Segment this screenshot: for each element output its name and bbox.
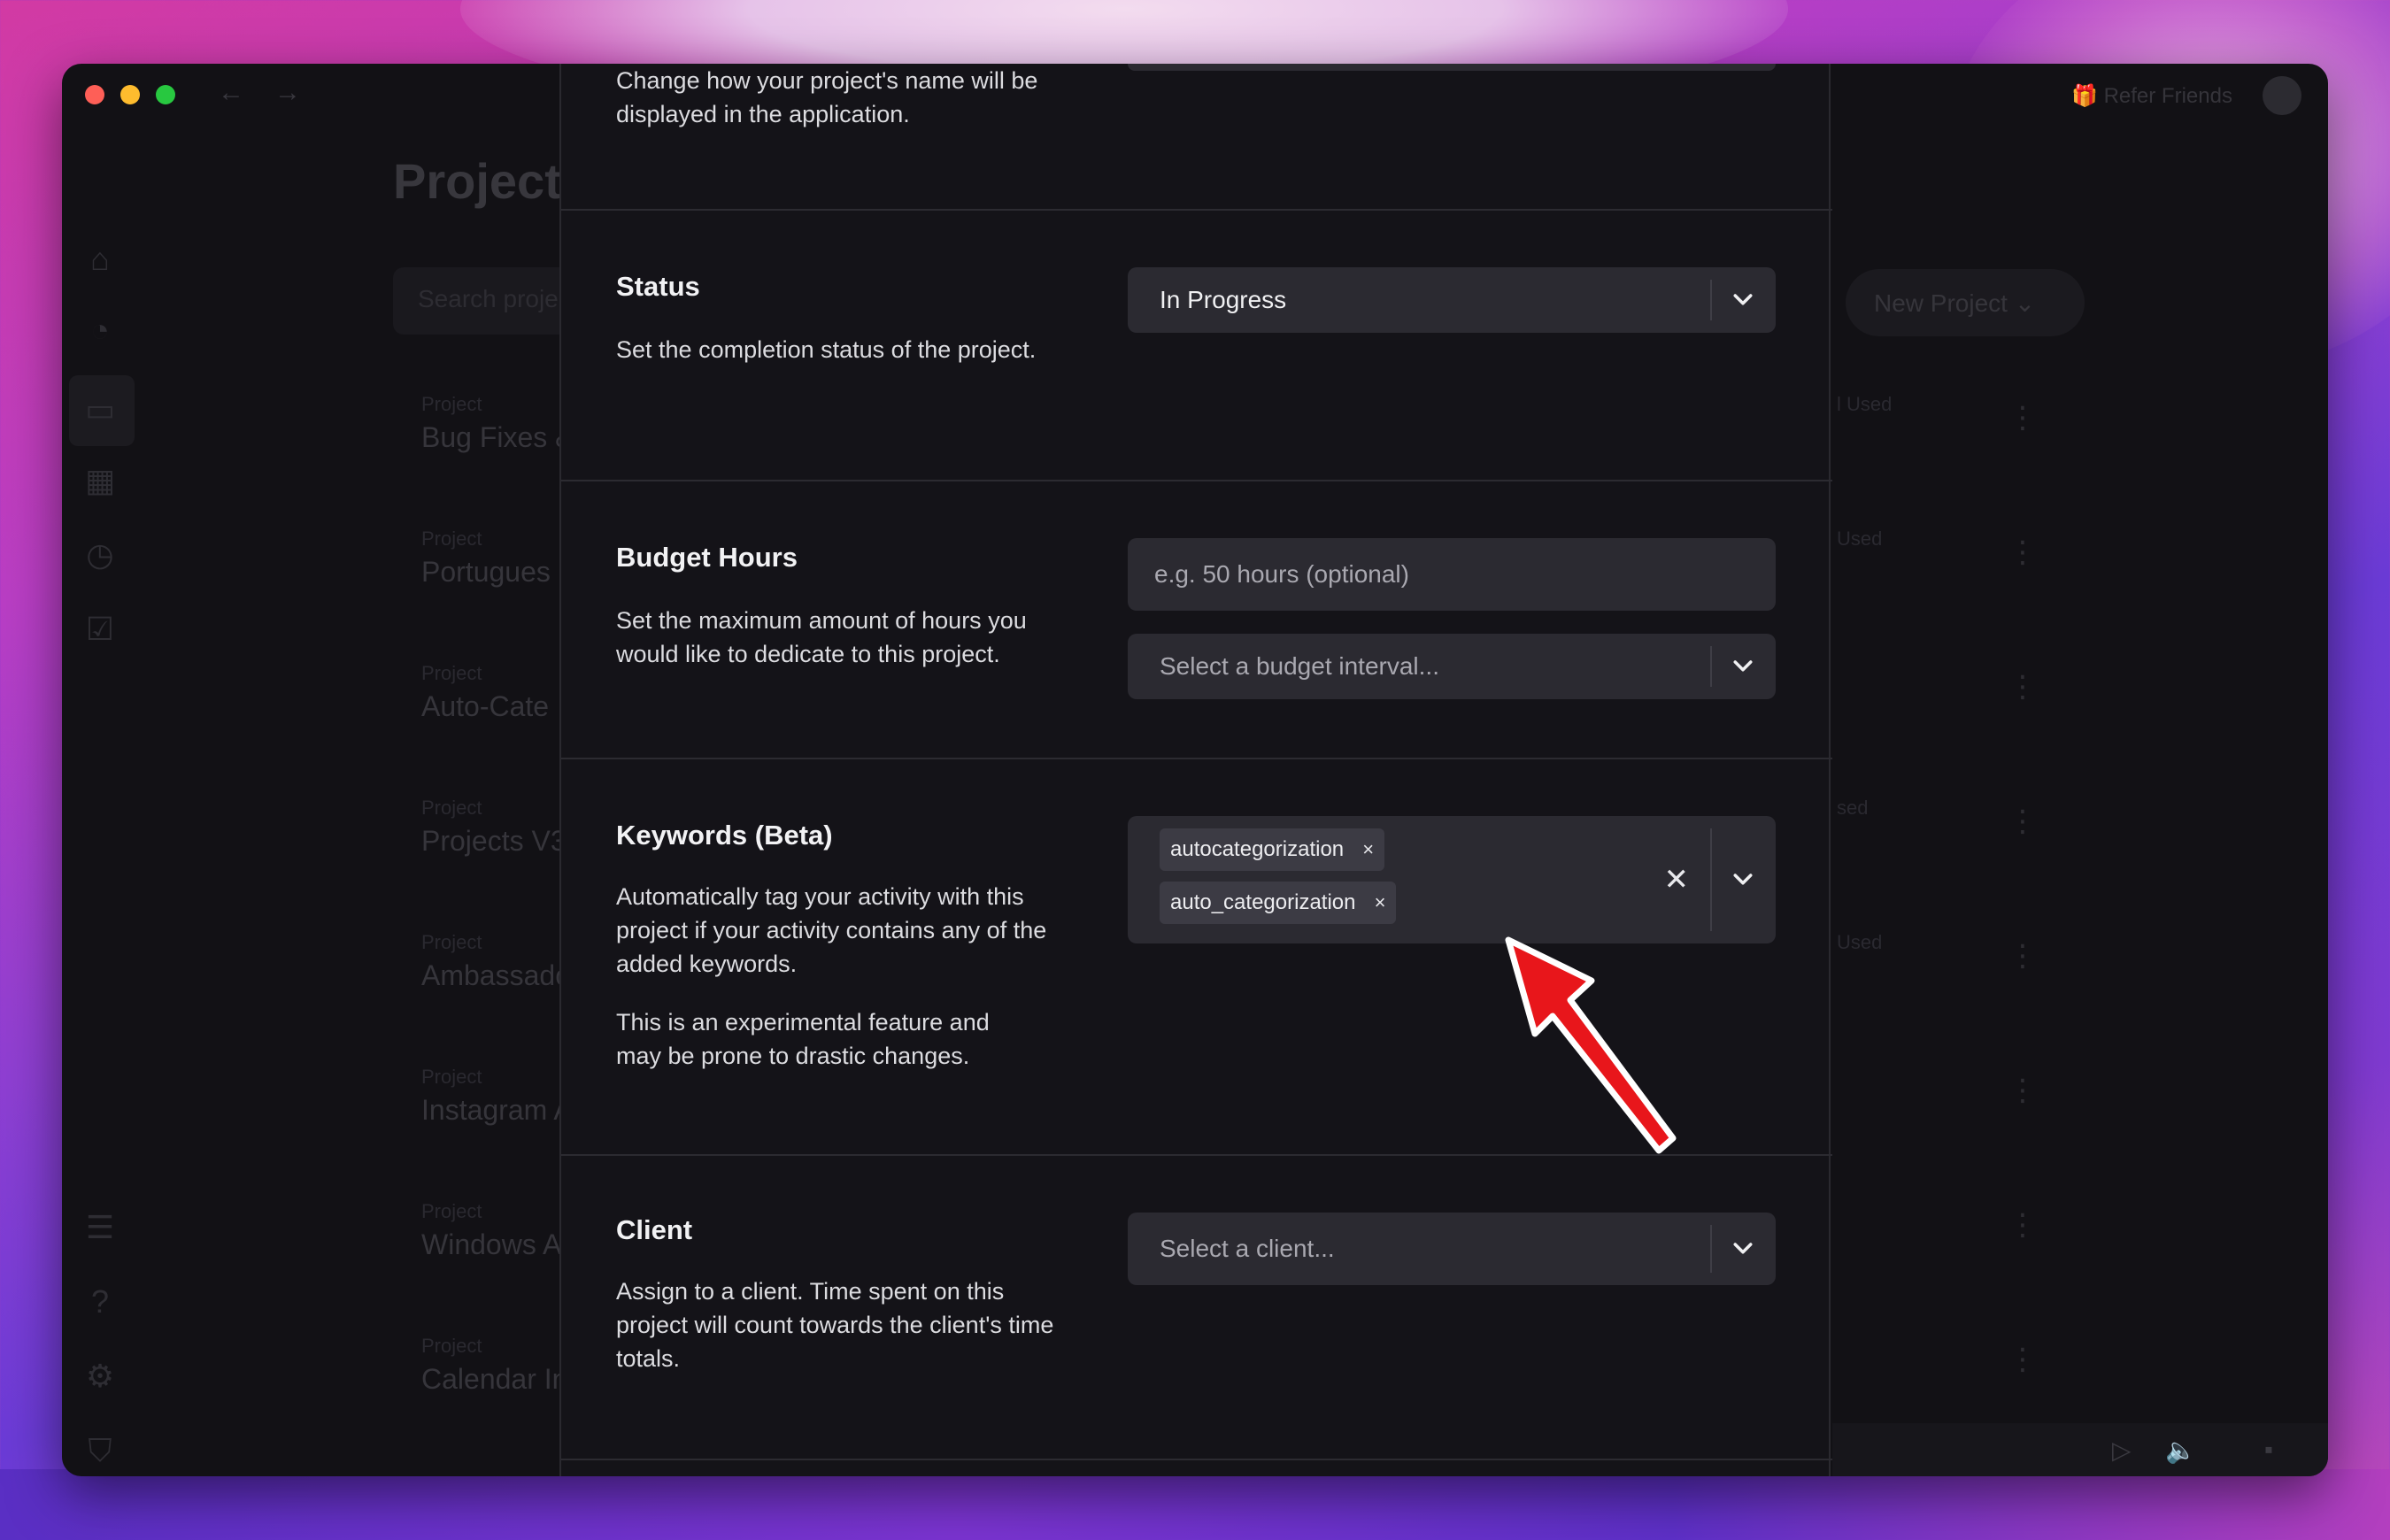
chevron-down-icon[interactable] xyxy=(1730,866,1756,893)
avatar[interactable] xyxy=(2263,76,2301,115)
more-options-icon[interactable]: ⋮ xyxy=(2008,1342,2038,1377)
section-divider xyxy=(561,758,1832,759)
budget-used-text: Used xyxy=(1837,931,1883,953)
section-divider xyxy=(561,480,1832,481)
pie-chart-icon[interactable]: ◔ xyxy=(80,310,120,350)
list-item[interactable]: Projects V3 xyxy=(421,825,567,858)
shield-icon[interactable]: ⛉ xyxy=(80,1430,120,1471)
select-separator xyxy=(1710,646,1712,687)
zoom-window-button[interactable] xyxy=(156,85,175,104)
player-bar xyxy=(1832,1423,2328,1476)
chevron-down-icon[interactable] xyxy=(1730,1236,1756,1262)
budget-used-text: l Used xyxy=(1837,393,1893,415)
budget-hours-placeholder: e.g. 50 hours (optional) xyxy=(1154,560,1409,588)
client-section-title: Client xyxy=(616,1214,693,1245)
keyword-tag: autocategorization × xyxy=(1160,828,1385,871)
more-options-icon[interactable]: ⋮ xyxy=(2008,1073,2038,1108)
project-name-input[interactable] xyxy=(1128,64,1776,71)
keyword-tag: auto_categorization × xyxy=(1160,882,1397,924)
calendar-icon[interactable]: ▦ xyxy=(80,460,120,501)
sidebar: ⌂ ◔ ▭ ▦ ◷ ☑ ☰ ? ⚙ ⛉ xyxy=(62,135,142,1468)
budget-hours-input[interactable]: e.g. 50 hours (optional) xyxy=(1128,538,1776,611)
select-separator xyxy=(1710,828,1712,931)
back-arrow-icon[interactable]: ← xyxy=(218,78,244,108)
more-options-icon[interactable]: ⋮ xyxy=(2008,400,2038,435)
remove-tag-icon[interactable]: × xyxy=(1362,828,1374,871)
section-divider xyxy=(561,1459,1832,1460)
client-select[interactable]: Select a client... xyxy=(1128,1213,1776,1285)
list-item-label: Project xyxy=(421,931,482,953)
annotation-arrow-icon xyxy=(1505,936,1677,1154)
keywords-experimental-note: This is an experimental feature and may … xyxy=(616,1009,990,1069)
clear-all-icon[interactable]: ✕ xyxy=(1664,862,1690,897)
budget-used-text: Used xyxy=(1837,527,1883,550)
list-item[interactable]: Ambassado xyxy=(421,959,571,992)
chevron-down-icon[interactable] xyxy=(1730,653,1756,680)
list-item-label: Project xyxy=(421,1335,482,1357)
more-options-icon[interactable]: ⋮ xyxy=(2008,1207,2038,1243)
status-section-description: Set the completion status of the project… xyxy=(616,336,1037,363)
more-options-icon[interactable]: ⋮ xyxy=(2008,669,2038,705)
budget-interval-placeholder: Select a budget interval... xyxy=(1160,652,1439,680)
minimize-window-button[interactable] xyxy=(120,85,140,104)
budget-used-text: sed xyxy=(1837,797,1869,819)
list-item-label: Project xyxy=(421,662,482,684)
keywords-multiselect[interactable]: autocategorization × auto_categorization… xyxy=(1128,816,1776,943)
refer-friends-button[interactable]: 🎁 Refer Friends xyxy=(2071,83,2232,109)
list-item-label: Project xyxy=(421,797,482,819)
play-icon[interactable]: ▷ xyxy=(2112,1436,2132,1465)
list-item-label: Project xyxy=(421,393,482,415)
list-item-label: Project xyxy=(421,527,482,550)
name-section-description: Change how your project's name will be d… xyxy=(616,67,1038,127)
remove-tag-icon[interactable]: × xyxy=(1375,882,1386,924)
status-select[interactable]: In Progress xyxy=(1128,267,1776,333)
close-window-button[interactable] xyxy=(85,85,104,104)
section-divider xyxy=(561,209,1832,211)
volume-icon[interactable]: 🔈 xyxy=(2165,1436,2196,1465)
list-item[interactable]: Windows A xyxy=(421,1228,561,1261)
budget-section-title: Budget Hours xyxy=(616,542,798,573)
clock-icon[interactable]: ◷ xyxy=(80,535,120,575)
keyword-tag-label: autocategorization xyxy=(1170,837,1345,861)
list-item[interactable]: Instagram A xyxy=(421,1094,573,1127)
search-input[interactable]: Search proje xyxy=(393,267,588,335)
chevron-down-icon[interactable] xyxy=(1730,287,1756,313)
list-item[interactable]: Calendar In xyxy=(421,1363,567,1396)
list-icon[interactable]: ☰ xyxy=(80,1207,120,1248)
more-options-icon[interactable]: ⋮ xyxy=(2008,938,2038,974)
list-item[interactable]: Auto-Cate xyxy=(421,690,549,723)
status-selected-value: In Progress xyxy=(1160,286,1287,313)
folder-icon[interactable]: ▭ xyxy=(80,389,120,430)
list-item-label: Project xyxy=(421,1200,482,1222)
keyword-tag-label: auto_categorization xyxy=(1170,890,1356,914)
project-settings-modal: Change how your project's name will be d… xyxy=(559,64,1832,1476)
chat-icon[interactable]: ▪ xyxy=(2264,1436,2273,1464)
keywords-section-title: Keywords (Beta) xyxy=(616,820,833,851)
page-title: Project xyxy=(393,153,561,209)
budget-section-description: Set the maximum amount of hours you woul… xyxy=(616,607,1027,667)
more-options-icon[interactable]: ⋮ xyxy=(2008,535,2038,570)
wallpaper-bottom xyxy=(0,1469,2390,1540)
home-icon[interactable]: ⌂ xyxy=(80,239,120,280)
more-options-icon[interactable]: ⋮ xyxy=(2008,804,2038,839)
budget-interval-select[interactable]: Select a budget interval... xyxy=(1128,634,1776,699)
gear-icon[interactable]: ⚙ xyxy=(80,1356,120,1397)
new-project-button[interactable]: New Project ⌄ xyxy=(1846,269,2085,336)
select-separator xyxy=(1710,280,1712,320)
status-section-title: Status xyxy=(616,271,700,302)
client-section-description: Assign to a client. Time spent on this p… xyxy=(616,1278,1054,1372)
list-item-label: Project xyxy=(421,1066,482,1088)
help-icon[interactable]: ? xyxy=(80,1282,120,1322)
list-item[interactable]: Bug Fixes & xyxy=(421,421,574,454)
client-placeholder: Select a client... xyxy=(1160,1235,1335,1262)
list-item[interactable]: Portugues xyxy=(421,556,551,589)
keywords-section-description: Automatically tag your activity with thi… xyxy=(616,883,1047,977)
gift-icon: 🎁 xyxy=(2071,84,2098,108)
forward-arrow-icon[interactable]: → xyxy=(274,78,301,108)
select-separator xyxy=(1710,1225,1712,1273)
checkbox-icon[interactable]: ☑ xyxy=(80,609,120,650)
